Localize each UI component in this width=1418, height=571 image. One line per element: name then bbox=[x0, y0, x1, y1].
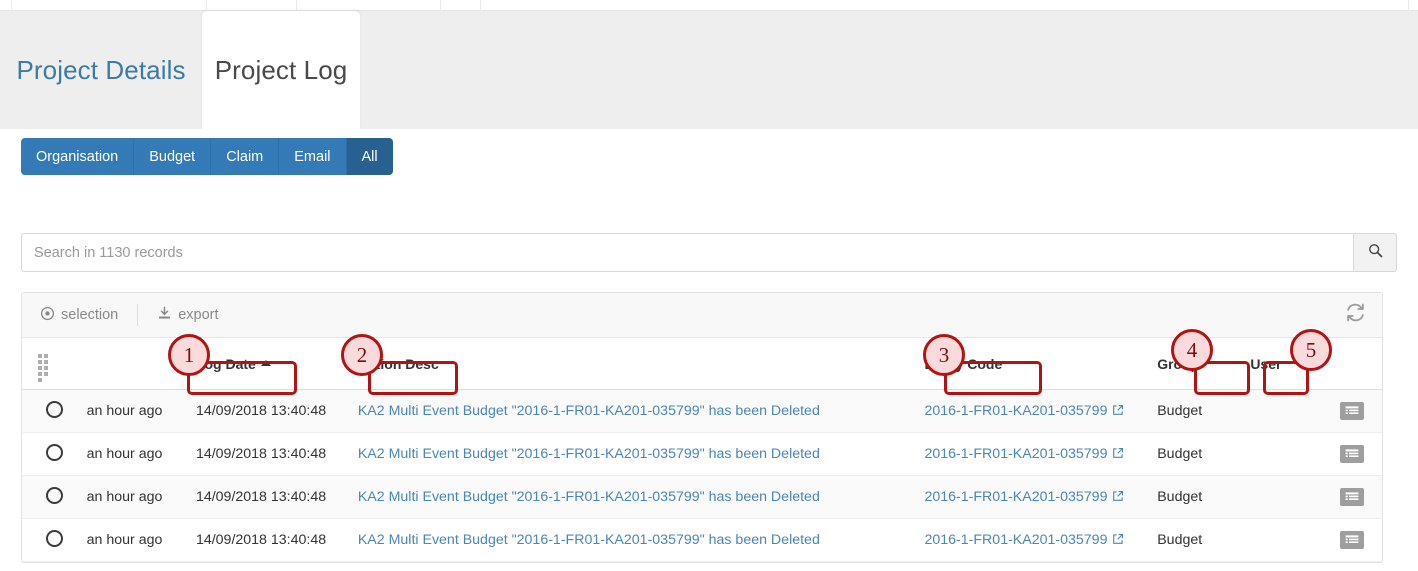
row-radio-icon[interactable] bbox=[46, 529, 63, 547]
row-detail-icon[interactable] bbox=[1340, 488, 1364, 506]
export-label: export bbox=[178, 307, 219, 323]
row-log-date: 14/09/2018 13:40:48 bbox=[187, 432, 350, 476]
row-relative-time: an hour ago bbox=[78, 518, 188, 562]
filter-button-claim[interactable]: Claim bbox=[211, 138, 280, 175]
row-group: Budget bbox=[1149, 475, 1243, 519]
selection-target-icon bbox=[40, 306, 55, 325]
filter-button-budget[interactable]: Budget bbox=[134, 138, 212, 175]
grid-toolbar: selection export bbox=[22, 293, 1382, 338]
export-button[interactable]: export bbox=[157, 306, 219, 325]
project-log-table: Log Date Action Desc Entity Code Group U… bbox=[22, 338, 1382, 562]
tab-project-log[interactable]: Project Log bbox=[202, 11, 360, 129]
main-tabs: Project Details Project Log bbox=[0, 11, 1418, 129]
toolbar-divider bbox=[137, 304, 139, 326]
column-header-user-label: User bbox=[1250, 355, 1282, 372]
table-header: Log Date Action Desc Entity Code Group U… bbox=[22, 338, 1382, 390]
row-select-cell[interactable] bbox=[22, 432, 79, 476]
table-row[interactable]: an hour ago 14/09/2018 13:40:48 KA2 Mult… bbox=[22, 475, 1382, 519]
row-group: Budget bbox=[1149, 518, 1243, 562]
column-header-grid-toggle[interactable] bbox=[22, 338, 79, 390]
row-actions-cell[interactable] bbox=[1319, 389, 1382, 433]
refresh-button[interactable] bbox=[1345, 302, 1366, 328]
table-header-row: Log Date Action Desc Entity Code Group U… bbox=[22, 338, 1382, 390]
row-radio-icon[interactable] bbox=[46, 400, 63, 418]
column-header-log-date[interactable]: Log Date bbox=[187, 338, 350, 390]
search-input[interactable] bbox=[21, 233, 1353, 272]
table-body: an hour ago 14/09/2018 13:40:48 KA2 Mult… bbox=[22, 389, 1382, 562]
log-grid-panel: selection export Log Date Action Desc En… bbox=[21, 292, 1383, 563]
row-log-date: 14/09/2018 13:40:48 bbox=[187, 518, 350, 562]
column-header-action-desc[interactable]: Action Desc bbox=[349, 338, 917, 390]
row-action-desc[interactable]: KA2 Multi Event Budget "2016-1-FR01-KA20… bbox=[349, 518, 917, 562]
column-header-entity-code-label: Entity Code bbox=[924, 355, 1003, 372]
row-select-cell[interactable] bbox=[22, 389, 79, 433]
download-icon bbox=[157, 306, 172, 325]
external-link-icon[interactable] bbox=[1112, 490, 1124, 506]
row-detail-icon[interactable] bbox=[1340, 531, 1364, 549]
row-action-desc[interactable]: KA2 Multi Event Budget "2016-1-FR01-KA20… bbox=[349, 389, 917, 433]
external-link-icon[interactable] bbox=[1112, 533, 1124, 549]
row-entity-code[interactable]: 2016-1-FR01-KA201-035799 bbox=[916, 389, 1150, 433]
table-row[interactable]: an hour ago 14/09/2018 13:40:48 KA2 Mult… bbox=[22, 389, 1382, 433]
sort-ascending-icon bbox=[260, 359, 271, 366]
search-button[interactable] bbox=[1353, 233, 1397, 272]
column-header-entity-code[interactable]: Entity Code bbox=[916, 338, 1150, 390]
grid-dots-icon bbox=[38, 353, 55, 382]
table-row[interactable]: an hour ago 14/09/2018 13:40:48 KA2 Mult… bbox=[22, 518, 1382, 562]
row-relative-time: an hour ago bbox=[78, 432, 188, 476]
column-header-action-desc-label: Action Desc bbox=[357, 355, 439, 372]
row-relative-time: an hour ago bbox=[78, 389, 188, 433]
external-link-icon[interactable] bbox=[1112, 404, 1124, 420]
row-actions-cell[interactable] bbox=[1319, 475, 1382, 519]
filter-button-organisation[interactable]: Organisation bbox=[21, 138, 135, 175]
row-actions-cell[interactable] bbox=[1319, 432, 1382, 476]
row-radio-icon[interactable] bbox=[46, 486, 63, 504]
row-group: Budget bbox=[1149, 432, 1243, 476]
row-user bbox=[1242, 475, 1320, 519]
tab-project-details[interactable]: Project Details bbox=[14, 11, 188, 129]
row-actions-cell[interactable] bbox=[1319, 518, 1382, 562]
row-entity-code[interactable]: 2016-1-FR01-KA201-035799 bbox=[916, 432, 1150, 476]
log-filter-button-group: Organisation Budget Claim Email All bbox=[21, 138, 393, 175]
project-log-panel: Organisation Budget Claim Email All Sear… bbox=[0, 129, 1418, 571]
row-detail-icon[interactable] bbox=[1340, 445, 1364, 463]
row-radio-icon[interactable] bbox=[46, 443, 63, 461]
row-relative-time: an hour ago bbox=[78, 475, 188, 519]
row-entity-code[interactable]: 2016-1-FR01-KA201-035799 bbox=[916, 475, 1150, 519]
row-select-cell[interactable] bbox=[22, 475, 79, 519]
column-header-user[interactable]: User bbox=[1242, 338, 1320, 390]
column-header-group[interactable]: Group bbox=[1149, 338, 1243, 390]
row-group: Budget bbox=[1149, 389, 1243, 433]
column-header-log-date-label: Log Date bbox=[195, 355, 256, 372]
row-action-desc[interactable]: KA2 Multi Event Budget "2016-1-FR01-KA20… bbox=[349, 432, 917, 476]
column-header-relative-time bbox=[78, 338, 188, 390]
row-log-date: 14/09/2018 13:40:48 bbox=[187, 475, 350, 519]
table-row[interactable]: an hour ago 14/09/2018 13:40:48 KA2 Mult… bbox=[22, 432, 1382, 476]
row-action-desc[interactable]: KA2 Multi Event Budget "2016-1-FR01-KA20… bbox=[349, 475, 917, 519]
external-link-icon[interactable] bbox=[1112, 447, 1124, 463]
column-header-actions bbox=[1319, 338, 1382, 390]
row-log-date: 14/09/2018 13:40:48 bbox=[187, 389, 350, 433]
refresh-icon bbox=[1345, 303, 1366, 327]
row-user bbox=[1242, 432, 1320, 476]
row-select-cell[interactable] bbox=[22, 518, 79, 562]
row-entity-code[interactable]: 2016-1-FR01-KA201-035799 bbox=[916, 518, 1150, 562]
search-bar bbox=[21, 233, 1397, 272]
row-user bbox=[1242, 389, 1320, 433]
row-user bbox=[1242, 518, 1320, 562]
filter-button-all[interactable]: All bbox=[346, 138, 393, 175]
selection-label: selection bbox=[61, 307, 119, 323]
search-icon bbox=[1368, 243, 1383, 263]
clipped-table-strip-above bbox=[0, 0, 1418, 11]
row-detail-icon[interactable] bbox=[1340, 402, 1364, 420]
selection-button[interactable]: selection bbox=[40, 306, 118, 325]
column-header-group-label: Group bbox=[1157, 355, 1200, 372]
filter-button-email[interactable]: Email bbox=[279, 138, 347, 175]
